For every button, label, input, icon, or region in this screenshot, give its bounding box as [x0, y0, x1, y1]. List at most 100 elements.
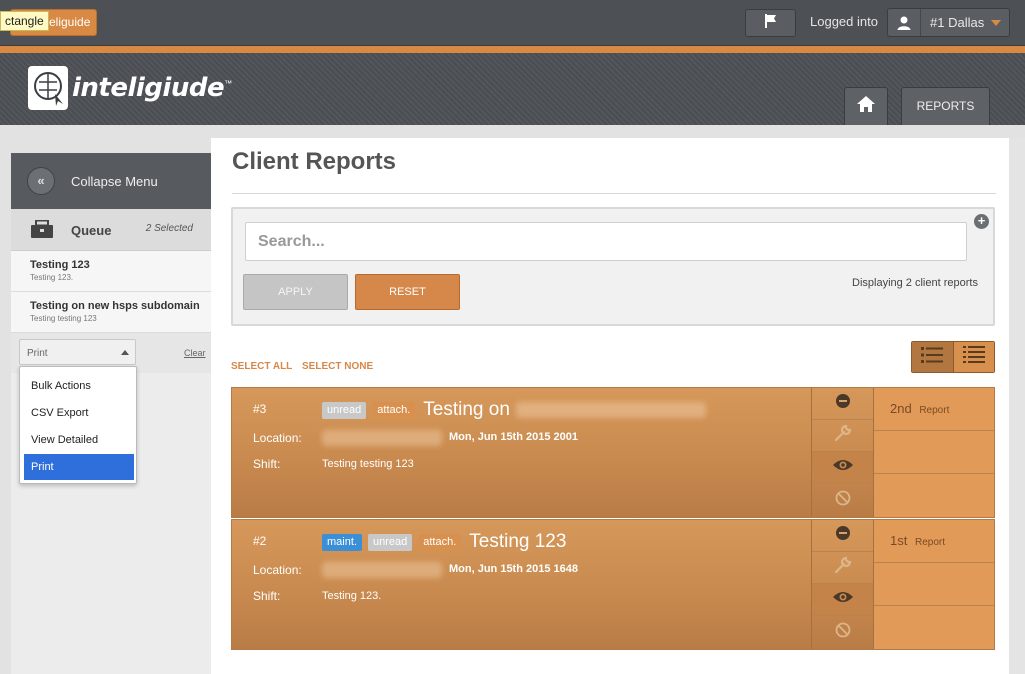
- eye-icon: [832, 458, 854, 477]
- redacted-location: [322, 430, 442, 446]
- view-toggle: [911, 341, 995, 373]
- top-bar: eliguide ctangle Logged into #1 Dallas: [0, 0, 1025, 46]
- queue-item[interactable]: Testing 123 Testing 123.: [11, 251, 211, 292]
- collapse-menu-label: Collapse Menu: [71, 174, 158, 189]
- rank-cell: [874, 431, 994, 474]
- queue-header[interactable]: Queue 2 Selected: [11, 209, 211, 251]
- brand-tm: ™: [224, 78, 233, 88]
- bulk-action-dropdown: Bulk Actions CSV Export View Detailed Pr…: [19, 366, 137, 484]
- user-icon: [888, 9, 921, 36]
- reports-nav-button[interactable]: REPORTS: [901, 87, 990, 125]
- list-view-icon: [921, 346, 944, 369]
- report-actions: [811, 520, 874, 649]
- compact-view-button[interactable]: [952, 342, 994, 372]
- view-button[interactable]: [812, 452, 873, 484]
- accent-strip: [0, 46, 1025, 53]
- remove-button[interactable]: [812, 388, 873, 420]
- queue-label: Queue: [71, 223, 112, 238]
- block-icon: [835, 490, 851, 511]
- option-view-detailed[interactable]: View Detailed: [24, 427, 134, 453]
- rank-value: 2nd: [890, 401, 912, 416]
- remove-button[interactable]: [812, 520, 873, 552]
- rank-label: Report: [919, 405, 950, 416]
- report-rank-column: 2nd Report: [874, 388, 994, 517]
- unread-tag: unread: [322, 401, 367, 419]
- queue-selected-count: 2 Selected: [145, 223, 193, 234]
- block-icon: [835, 622, 851, 643]
- collapse-menu-button[interactable]: « Collapse Menu: [11, 153, 211, 209]
- queue-item-subtitle: Testing 123.: [30, 273, 74, 282]
- list-view-button[interactable]: [912, 342, 953, 372]
- rank-value: 1st: [890, 533, 908, 548]
- chevron-down-icon: [991, 20, 1001, 26]
- scroll-gutter: [1009, 138, 1025, 674]
- double-chevron-left-icon: «: [27, 167, 55, 195]
- chevron-up-icon: [121, 350, 129, 355]
- shift-value: Testing testing 123: [322, 458, 414, 470]
- compact-list-icon: [962, 345, 985, 369]
- report-rank-column: 1st Report: [874, 520, 994, 649]
- redacted-location: [322, 562, 442, 578]
- edit-button[interactable]: [812, 420, 873, 452]
- result-count: Displaying 2 client reports: [852, 277, 978, 289]
- report-actions: [811, 388, 874, 517]
- flag-button[interactable]: [745, 9, 796, 37]
- attachment-tag: attach.: [372, 401, 416, 419]
- bulk-action-select-value: Print: [27, 348, 48, 359]
- queue-item[interactable]: Testing on new hsps subdomain Testing te…: [11, 292, 211, 333]
- report-number: #3: [253, 402, 267, 416]
- report-tags: maint. unread attach. Testing 123: [322, 531, 566, 553]
- shift-label: Shift:: [253, 589, 281, 603]
- report-title[interactable]: Testing 123: [469, 531, 566, 553]
- unread-tag: unread: [367, 533, 413, 551]
- reset-button[interactable]: RESET: [355, 274, 460, 310]
- rank-label: Report: [914, 537, 945, 548]
- clear-link[interactable]: Clear: [184, 348, 206, 358]
- home-button[interactable]: [844, 87, 888, 125]
- shift-value: Testing 123.: [322, 590, 382, 602]
- page-title: Client Reports: [232, 148, 397, 175]
- option-bulk-actions[interactable]: Bulk Actions: [24, 373, 134, 399]
- divider: [232, 193, 996, 194]
- eye-icon: [832, 590, 854, 609]
- edit-button[interactable]: [812, 552, 873, 584]
- apply-button[interactable]: APPLY: [243, 274, 348, 310]
- brand-logo[interactable]: inteligiude ™: [28, 62, 232, 114]
- maintenance-tag: maint.: [322, 533, 362, 551]
- report-card[interactable]: #3 unread attach. Testing on Location: M…: [231, 387, 995, 518]
- search-input[interactable]: Search...: [245, 222, 967, 261]
- report-tags: unread attach. Testing on: [322, 399, 706, 421]
- report-title[interactable]: Testing on: [423, 399, 510, 421]
- queue-box-icon: [30, 219, 54, 244]
- rank-cell: [874, 563, 994, 606]
- report-card[interactable]: #2 maint. unread attach. Testing 123 Loc…: [231, 519, 995, 650]
- user-dropdown[interactable]: #1 Dallas: [887, 8, 1010, 37]
- rank-cell: [874, 474, 994, 517]
- tooltip: ctangle: [0, 11, 49, 31]
- flag-icon: [763, 13, 779, 34]
- add-filter-icon[interactable]: +: [974, 214, 989, 229]
- user-name: #1 Dallas: [930, 15, 985, 30]
- location-label: Location:: [253, 563, 302, 577]
- select-none-link[interactable]: SELECT NONE: [302, 361, 373, 372]
- block-button[interactable]: [812, 616, 873, 648]
- report-rank: 1st Report: [874, 520, 994, 563]
- redacted-text: [515, 402, 706, 418]
- queue-item-subtitle: Testing testing 123: [30, 314, 97, 323]
- brand-name: inteligiude: [72, 73, 225, 103]
- location-label: Location:: [253, 431, 302, 445]
- queue-item-title: Testing 123: [30, 259, 90, 271]
- minus-circle-icon: [835, 525, 851, 546]
- report-date: Mon, Jun 15th 2015 2001: [449, 431, 578, 443]
- wrench-icon: [833, 423, 853, 448]
- select-all-link[interactable]: SELECT ALL: [231, 361, 292, 372]
- block-button[interactable]: [812, 484, 873, 516]
- option-print[interactable]: Print: [24, 454, 134, 480]
- home-icon: [856, 94, 876, 119]
- report-date: Mon, Jun 15th 2015 1648: [449, 563, 578, 575]
- view-button[interactable]: [812, 584, 873, 616]
- attachment-tag: attach.: [418, 533, 462, 551]
- rank-cell: [874, 606, 994, 649]
- option-csv-export[interactable]: CSV Export: [24, 400, 134, 426]
- bulk-action-select[interactable]: Print: [19, 339, 136, 365]
